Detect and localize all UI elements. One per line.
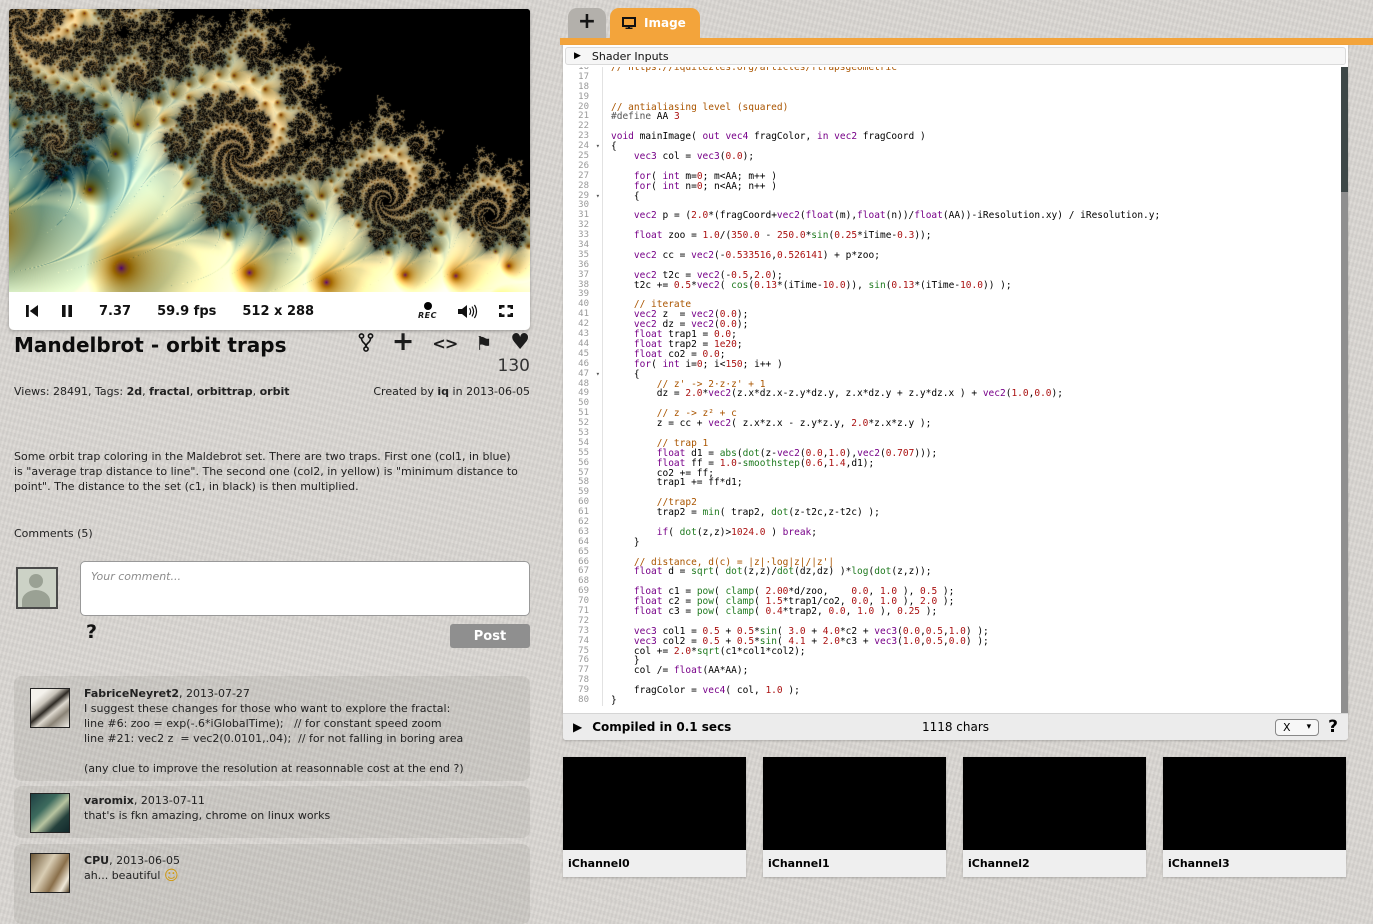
editor-help-button[interactable]: ? — [1328, 717, 1338, 737]
player-resolution: 512 x 288 — [242, 304, 314, 319]
ichannel2-slot[interactable]: iChannel2 — [963, 757, 1146, 877]
fullscreen-button[interactable] — [498, 304, 514, 318]
code-editor: ▶ Shader Inputs 16// https://iquilezles.… — [563, 45, 1348, 740]
editor-scrollbar[interactable] — [1341, 67, 1348, 714]
active-tab-underline — [560, 38, 1373, 45]
commenter-name[interactable]: FabriceNeyret2 — [84, 687, 179, 700]
comment-date: , 2013-07-11 — [134, 794, 205, 807]
code-viewport: 16// https://iquilezles.org/articles/ftr… — [563, 67, 1340, 714]
smiley-icon: ☺ — [164, 868, 179, 884]
ichannel0-slot[interactable]: iChannel0 — [563, 757, 746, 877]
fold-marker-icon[interactable]: ▾ — [596, 192, 600, 202]
add-button[interactable]: + — [392, 328, 415, 355]
flag-button[interactable]: ⚑ — [475, 335, 492, 354]
tab-image-label: Image — [644, 16, 686, 30]
record-dot-icon — [424, 302, 432, 310]
compile-status: Compiled in 0.1 secs — [592, 720, 731, 734]
shader-preview-canvas[interactable] — [9, 9, 530, 292]
export-select[interactable]: X ▾ — [1275, 719, 1319, 736]
comment: varomix, 2013-07-11 that's is fkn amazin… — [14, 786, 530, 838]
ichannel3-label: iChannel3 — [1163, 850, 1346, 877]
tag-link[interactable]: orbittrap — [197, 385, 253, 398]
pause-button[interactable] — [61, 304, 73, 318]
ichannel1-preview — [763, 757, 946, 850]
views-label: Views: 28491, Tags: — [14, 385, 127, 398]
player-fps: 59.9 fps — [157, 304, 216, 319]
new-tab-button[interactable]: + — [568, 8, 606, 38]
comment-date: , 2013-07-27 — [179, 687, 250, 700]
tag-link[interactable]: fractal — [149, 385, 190, 398]
comments-header: Comments (5) — [14, 527, 93, 540]
comment-date: , 2013-06-05 — [109, 854, 180, 867]
shader-actions: + <> ⚑ ♥ — [358, 333, 530, 355]
comment-form: ? Post — [14, 561, 530, 661]
code-lines[interactable]: 16// https://iquilezles.org/articles/ftr… — [563, 67, 1340, 706]
commenter-avatar — [30, 793, 70, 833]
commenter-avatar — [30, 688, 70, 728]
volume-button[interactable] — [457, 303, 478, 320]
ichannel2-label: iChannel2 — [963, 850, 1146, 877]
fold-marker-icon[interactable]: ▾ — [596, 142, 600, 152]
embed-button[interactable]: <> — [432, 336, 457, 352]
triangle-right-icon: ▶ — [574, 51, 581, 61]
comment-text: ah... beautiful ☺ — [84, 868, 518, 884]
ichannel1-slot[interactable]: iChannel1 — [763, 757, 946, 877]
player-controls: 7.37 59.9 fps 512 x 288 REC — [9, 292, 530, 330]
comment-help-link[interactable]: ? — [86, 621, 97, 643]
ichannel3-slot[interactable]: iChannel3 — [1163, 757, 1346, 877]
channel-slots: iChannel0 iChannel1 iChannel2 iChannel3 — [563, 757, 1346, 877]
tab-image[interactable]: Image — [610, 8, 700, 38]
tags-list: 2d, fractal, orbittrap, orbit — [127, 385, 290, 398]
shader-info-column: 7.37 59.9 fps 512 x 288 REC — [0, 0, 548, 900]
comment-text: that's is fkn amazing, chrome on linux w… — [84, 808, 518, 823]
avatar-head — [29, 574, 43, 588]
compile-status-toggle[interactable]: ▶ — [573, 720, 582, 734]
editor-footer: ▶ Compiled in 0.1 secs 1118 chars X ▾ ? — [563, 713, 1348, 740]
record-button[interactable]: REC — [418, 302, 437, 320]
shader-description: Some orbit trap coloring in the Maldebro… — [14, 449, 520, 494]
commenter-name[interactable]: CPU — [84, 854, 109, 867]
record-label: REC — [418, 312, 437, 320]
editor-scrollbar-thumb[interactable] — [1341, 67, 1348, 192]
chevron-down-icon: ▾ — [1307, 722, 1312, 732]
comment-text: I suggest these changes for those who wa… — [84, 701, 518, 776]
ichannel0-preview — [563, 757, 746, 850]
comment: CPU, 2013-06-05 ah... beautiful ☺ — [14, 844, 530, 924]
created-by: Created by iq in 2013-06-05 — [373, 385, 530, 398]
fold-marker-icon[interactable]: ▾ — [596, 370, 600, 380]
like-button[interactable]: ♥ — [510, 332, 530, 354]
ichannel3-preview — [1163, 757, 1346, 850]
editor-column: + Image ▶ Shader Inputs 16// https://iqu… — [560, 0, 1373, 900]
shader-inputs-toggle[interactable]: ▶ Shader Inputs — [565, 47, 1346, 65]
export-select-value: X — [1283, 721, 1291, 734]
comment: FabriceNeyret2, 2013-07-27 I suggest the… — [14, 676, 530, 781]
commenter-name[interactable]: varomix — [84, 794, 134, 807]
author-link[interactable]: iq — [437, 385, 449, 398]
fork-icon — [358, 333, 374, 352]
ichannel1-label: iChannel1 — [763, 850, 946, 877]
fork-button[interactable] — [358, 333, 374, 355]
player-time[interactable]: 7.37 — [99, 304, 131, 319]
comment-input[interactable] — [80, 561, 530, 616]
avatar-body — [22, 590, 50, 609]
commenter-avatar — [30, 853, 70, 893]
shader-inputs-label: Shader Inputs — [592, 50, 669, 63]
rewind-button[interactable] — [25, 304, 39, 318]
ichannel2-preview — [963, 757, 1146, 850]
likes-count: 130 — [14, 356, 530, 376]
views-and-tags: Views: 28491, Tags: 2d, fractal, orbittr… — [14, 385, 289, 398]
page-title: Mandelbrot - orbit traps — [14, 333, 287, 357]
avatar — [16, 567, 58, 609]
post-button[interactable]: Post — [450, 624, 530, 648]
tag-link[interactable]: orbit — [260, 385, 290, 398]
tag-link[interactable]: 2d — [127, 385, 143, 398]
ichannel0-label: iChannel0 — [563, 850, 746, 877]
shader-player: 7.37 59.9 fps 512 x 288 REC — [9, 9, 530, 330]
monitor-icon — [622, 17, 636, 29]
